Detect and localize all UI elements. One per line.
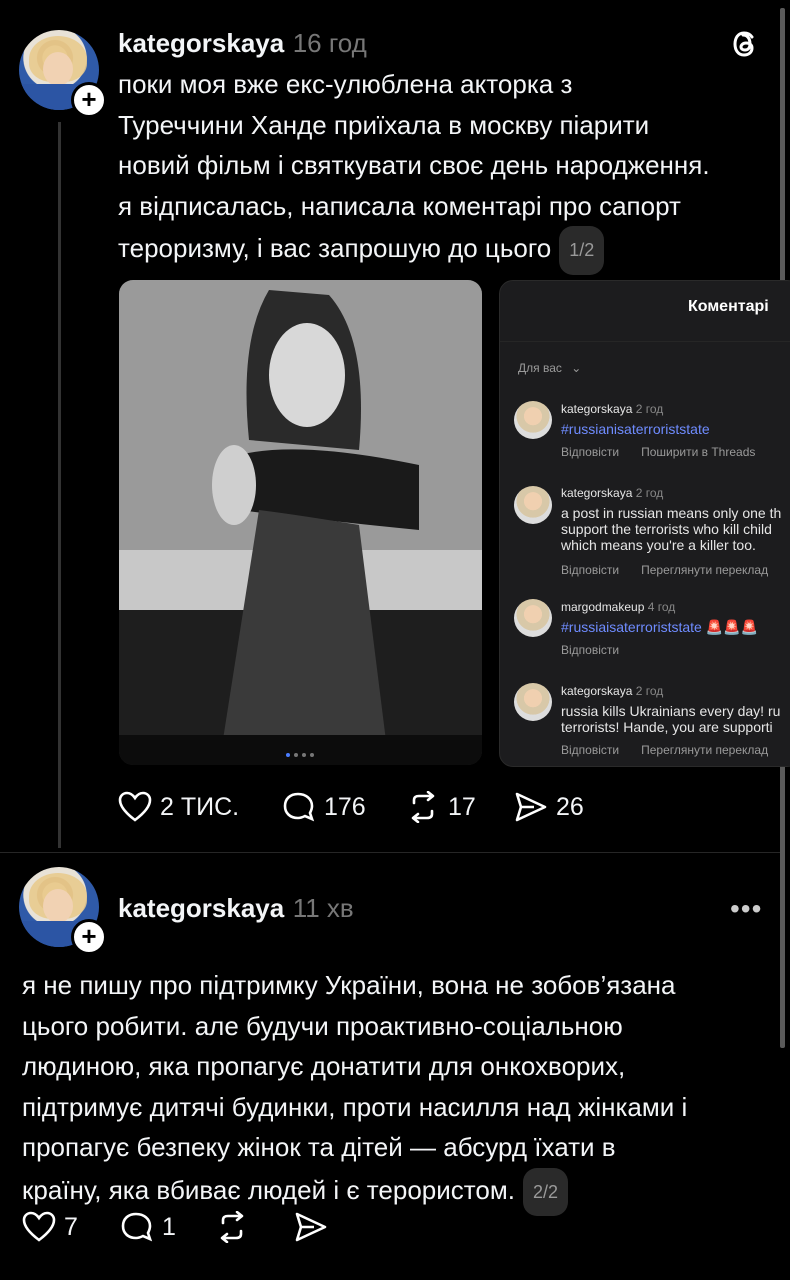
- filter-label: Для вас: [518, 361, 562, 375]
- comment-user: margodmakeup: [561, 600, 645, 614]
- post-text-line: країну, яка вбиває людей і є терористом.…: [22, 1167, 782, 1216]
- share-link: Поширити в Threads: [641, 445, 756, 459]
- follow-plus-icon[interactable]: +: [71, 919, 107, 955]
- post-time: 11 хв: [292, 893, 354, 923]
- repost-button[interactable]: [215, 1211, 257, 1243]
- comment-time: 2 год: [635, 486, 664, 500]
- repost-icon: [411, 791, 435, 823]
- post-1: + kategorskaya 16 год поки моя вже екс-у…: [0, 0, 790, 850]
- comment-user: kategorskaya: [561, 684, 633, 698]
- comments-title: Коментарі: [688, 298, 769, 315]
- repost-icon: [220, 1211, 244, 1243]
- reply-link: Відповісти: [561, 743, 620, 757]
- woman-photo-image: [119, 280, 482, 765]
- like-button[interactable]: 7: [22, 1211, 78, 1243]
- post-username[interactable]: kategorskaya: [118, 893, 284, 923]
- comment-avatar: [514, 683, 552, 721]
- post-text-line: підтримує дитячі будинки, проти насилля …: [22, 1091, 688, 1122]
- reply-link: Відповісти: [561, 445, 620, 459]
- repost-count: 17: [448, 792, 476, 821]
- comment-body-line: a post in russian means only one th: [561, 505, 782, 521]
- post-text-line: людиною, яка пропагує донатити для онкох…: [22, 1051, 626, 1081]
- post-text-last: тероризму, і вас запрошую до цього: [118, 233, 552, 264]
- post-2: + kategorskaya 11 хв ••• я не пишу про п…: [0, 855, 790, 1275]
- post-text-line: Туреччини Ханде приїхала в москву піарит…: [118, 109, 650, 140]
- comment-avatar: [514, 486, 552, 524]
- comment-body-line: terrorists! Hande, you are supporti: [561, 719, 773, 735]
- comment-avatar: [514, 599, 552, 637]
- post-text-line: я не пишу про підтримку України, вона не…: [22, 970, 676, 1000]
- comment-button[interactable]: 1: [120, 1211, 176, 1243]
- post-text-line: тероризму, і вас запрошую до цього 1/2: [118, 226, 778, 275]
- thread-pager: 2/2: [522, 1167, 568, 1216]
- like-button[interactable]: 2 ТИС.: [118, 791, 239, 823]
- translate-link: Переглянути переклад: [641, 563, 769, 577]
- post-text-line: я відписалась, написала коментарі про са…: [118, 190, 681, 221]
- share-icon: [515, 792, 547, 822]
- comment-icon: [283, 792, 315, 822]
- post-text-last: країну, яка вбиває людей і є терористом.: [22, 1174, 515, 1205]
- comment-time: 2 год: [635, 684, 664, 698]
- post-text-line: новий фільм і святкувати своє день народ…: [118, 150, 710, 180]
- thread-pager: 1/2: [559, 226, 605, 275]
- post-username[interactable]: kategorskaya: [118, 28, 284, 58]
- comment-body-line: which means you're a killer too.: [561, 537, 756, 553]
- carousel-dots: [284, 744, 316, 762]
- share-button[interactable]: [294, 1211, 336, 1243]
- post-text-line: пропагує безпеку жінок та дітей — абсурд…: [22, 1132, 616, 1162]
- threads-logo-icon[interactable]: [730, 28, 762, 65]
- comment-time: 4 год: [647, 600, 676, 614]
- repost-button[interactable]: 17: [406, 791, 476, 823]
- thread-line: [58, 122, 61, 848]
- comments-screenshot[interactable]: Коментарі Для вас ⌄ kategorskaya 2 год #…: [499, 280, 790, 767]
- follow-plus-icon[interactable]: +: [71, 82, 107, 118]
- translate-link: Переглянути переклад: [641, 743, 769, 757]
- share-button[interactable]: 26: [514, 791, 584, 823]
- more-icon[interactable]: •••: [730, 893, 762, 925]
- comment-count: 176: [324, 792, 366, 821]
- comment-body: #russianisaterroriststate: [561, 421, 710, 437]
- comment-avatar: [514, 401, 552, 439]
- comment-user: kategorskaya: [561, 402, 633, 416]
- comment-body-line: russia kills Ukrainians every day! ru: [561, 703, 781, 719]
- post-text-line: цього робити. але будучи проактивно-соці…: [22, 1010, 623, 1041]
- reply-link: Відповісти: [561, 563, 620, 577]
- comment-body-line: support the terrorists who kill child: [561, 521, 772, 537]
- photo-attachment[interactable]: [119, 280, 482, 765]
- comment-time: 2 год: [635, 402, 664, 416]
- post-divider: [0, 852, 780, 853]
- heart-icon: [22, 1211, 56, 1242]
- chevron-down-icon: ⌄: [571, 361, 582, 375]
- like-count: 7: [64, 1212, 78, 1241]
- heart-icon: [118, 791, 152, 822]
- comment-icon: [121, 1212, 153, 1242]
- post-text-line: поки моя вже екс-улюблена акторка з: [118, 69, 573, 99]
- reply-link: Відповісти: [561, 643, 620, 657]
- share-icon: [295, 1212, 327, 1242]
- comment-button[interactable]: 176: [282, 791, 366, 823]
- like-count: 2 ТИС.: [160, 792, 240, 821]
- comment-body: #russiaisaterroriststate 🚨🚨🚨: [561, 619, 759, 635]
- comment-user: kategorskaya: [561, 486, 633, 500]
- share-count: 26: [556, 792, 584, 821]
- comment-count: 1: [162, 1212, 176, 1241]
- post-time: 16 год: [292, 28, 367, 58]
